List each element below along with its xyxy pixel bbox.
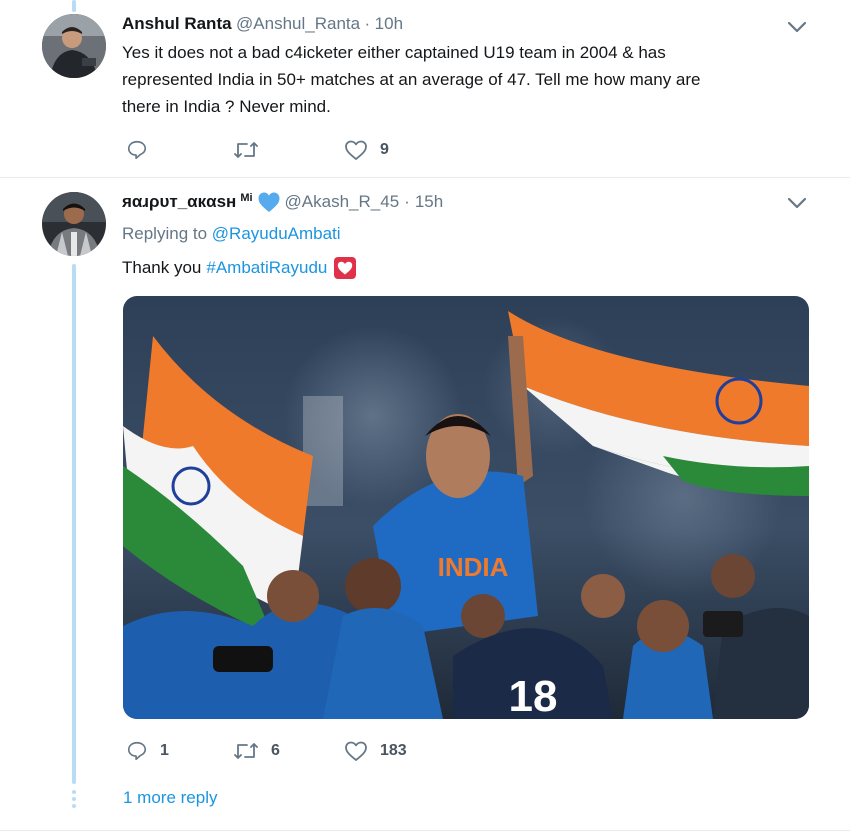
jersey-number: 18 (509, 672, 558, 719)
hashtag-link[interactable]: #AmbatiRayudu (206, 258, 327, 278)
replying-prefix: Replying to (122, 224, 208, 243)
chevron-down-icon[interactable] (786, 20, 808, 34)
tweet-text-plain: Thank you (122, 258, 202, 277)
like-icon (345, 140, 367, 160)
jersey-india-text: INDIA (438, 552, 509, 582)
avatar[interactable] (42, 192, 106, 256)
heart-emoji-icon (334, 257, 357, 279)
reply-icon (127, 140, 147, 160)
reply-button[interactable] (126, 139, 160, 161)
blue-heart-emoji-icon (258, 192, 280, 212)
like-button[interactable]: 9 (344, 139, 389, 161)
thread-line-main (72, 264, 76, 784)
timestamp[interactable]: 15h (415, 192, 443, 212)
tweet-divider (0, 177, 850, 178)
name-superscript: Mi (240, 192, 253, 204)
retweet-icon (234, 743, 258, 759)
retweet-button[interactable] (233, 139, 271, 161)
like-icon (345, 741, 367, 761)
thread-line-top (72, 0, 76, 12)
retweet-button[interactable]: 6 (233, 740, 280, 762)
tweet-header: яαɹρυт_αкαѕн Mi @Akash_R_45 · 15h (122, 191, 443, 213)
tweet-header: Anshul Ranta @Anshul_Ranta · 10h (122, 14, 403, 34)
retweet-icon (234, 142, 258, 158)
replying-to: Replying to @RayuduAmbati (122, 224, 341, 244)
tweet-text: Thank you #AmbatiRayudu (122, 256, 357, 280)
reply-button[interactable]: 1 (126, 740, 169, 762)
like-button[interactable]: 183 (344, 740, 407, 762)
avatar[interactable] (42, 14, 106, 78)
tweet-text-line: Yes it does not a bad c4icketer either c… (122, 43, 666, 62)
like-count: 183 (380, 742, 407, 759)
display-name[interactable]: Anshul Ranta (122, 14, 232, 33)
bottom-divider (0, 830, 850, 831)
like-count: 9 (380, 141, 389, 158)
chevron-down-icon[interactable] (786, 196, 808, 210)
timestamp[interactable]: 10h (375, 14, 403, 33)
reply-count: 1 (160, 742, 169, 759)
more-replies-link[interactable]: 1 more reply (123, 788, 217, 808)
reply-icon (127, 741, 147, 761)
handle[interactable]: @Akash_R_45 (285, 192, 400, 212)
tweet-image[interactable]: INDIA 18 (123, 296, 809, 719)
replying-to-link[interactable]: @RayuduAmbati (212, 224, 341, 243)
retweet-count: 6 (271, 742, 280, 759)
tweet-text-line: represented India in 50+ matches at an a… (122, 70, 701, 89)
separator: · (364, 14, 371, 33)
handle[interactable]: @Anshul_Ranta (236, 14, 360, 33)
thread-dots (71, 790, 77, 808)
display-name[interactable]: яαɹρυт_αкαѕн (122, 192, 236, 212)
tweet-text-line: there in India ? Never mind. (122, 97, 331, 116)
separator: · (404, 192, 410, 211)
